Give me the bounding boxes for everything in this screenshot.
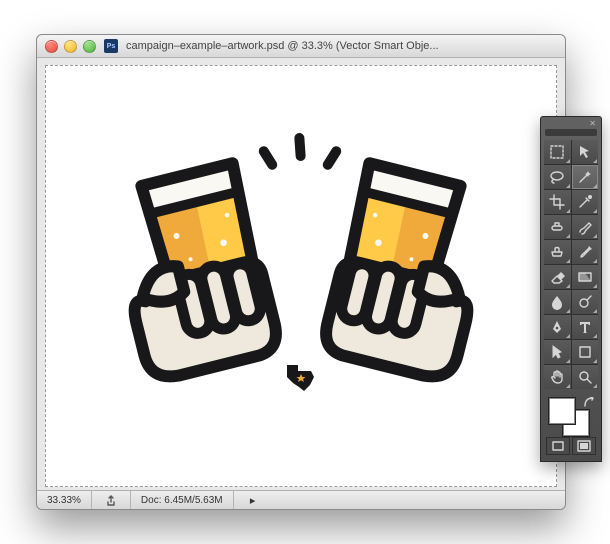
standard-mode-button[interactable] — [546, 437, 570, 455]
path-selection-tool[interactable] — [544, 340, 571, 364]
statusbar: 33.33% Doc: 6.45M/5.63M ▸ — [37, 490, 565, 509]
close-icon[interactable]: ✕ — [589, 119, 596, 128]
tools-panel[interactable]: ✕ — [540, 116, 602, 462]
blur-tool[interactable] — [544, 290, 571, 314]
marquee-tool[interactable] — [544, 140, 571, 164]
zoom-level[interactable]: 33.33% — [37, 491, 92, 509]
zoom-button[interactable] — [83, 40, 96, 53]
canvas[interactable] — [45, 65, 557, 487]
screen-mode-button[interactable] — [572, 437, 596, 455]
artwork-beer-cheers — [111, 117, 491, 417]
type-tool[interactable] — [572, 315, 599, 339]
foreground-color-swatch[interactable] — [548, 397, 576, 425]
brush-tool[interactable] — [572, 215, 599, 239]
clone-stamp-tool[interactable] — [544, 240, 571, 264]
doc-size[interactable]: Doc: 6.45M/5.63M — [131, 491, 234, 509]
dodge-tool[interactable] — [572, 290, 599, 314]
lasso-tool[interactable] — [544, 165, 571, 189]
pen-tool[interactable] — [544, 315, 571, 339]
spot-healing-tool[interactable] — [544, 215, 571, 239]
photoshop-window: Ps campaign–example–artwork.psd @ 33.3% … — [36, 34, 566, 510]
history-brush-tool[interactable] — [572, 240, 599, 264]
titlebar[interactable]: Ps campaign–example–artwork.psd @ 33.3% … — [37, 35, 565, 58]
zoom-tool[interactable] — [572, 365, 599, 389]
panel-tabwell[interactable] — [545, 129, 597, 136]
crop-tool[interactable] — [544, 190, 571, 214]
document-title: campaign–example–artwork.psd @ 33.3% (Ve… — [124, 40, 557, 52]
share-icon[interactable] — [92, 491, 131, 509]
hand-tool[interactable] — [544, 365, 571, 389]
eraser-tool[interactable] — [544, 265, 571, 289]
color-swatches[interactable] — [544, 395, 598, 435]
window-controls — [45, 40, 96, 53]
swap-colors-icon[interactable] — [584, 397, 594, 407]
magic-wand-tool[interactable] — [572, 165, 599, 189]
close-button[interactable] — [45, 40, 58, 53]
eyedropper-tool[interactable] — [572, 190, 599, 214]
move-tool[interactable] — [572, 140, 599, 164]
gradient-tool[interactable] — [572, 265, 599, 289]
shape-tool[interactable] — [572, 340, 599, 364]
minimize-button[interactable] — [64, 40, 77, 53]
photoshop-icon: Ps — [104, 39, 118, 53]
panel-header[interactable]: ✕ — [541, 117, 601, 129]
status-menu-icon[interactable]: ▸ — [234, 491, 272, 509]
